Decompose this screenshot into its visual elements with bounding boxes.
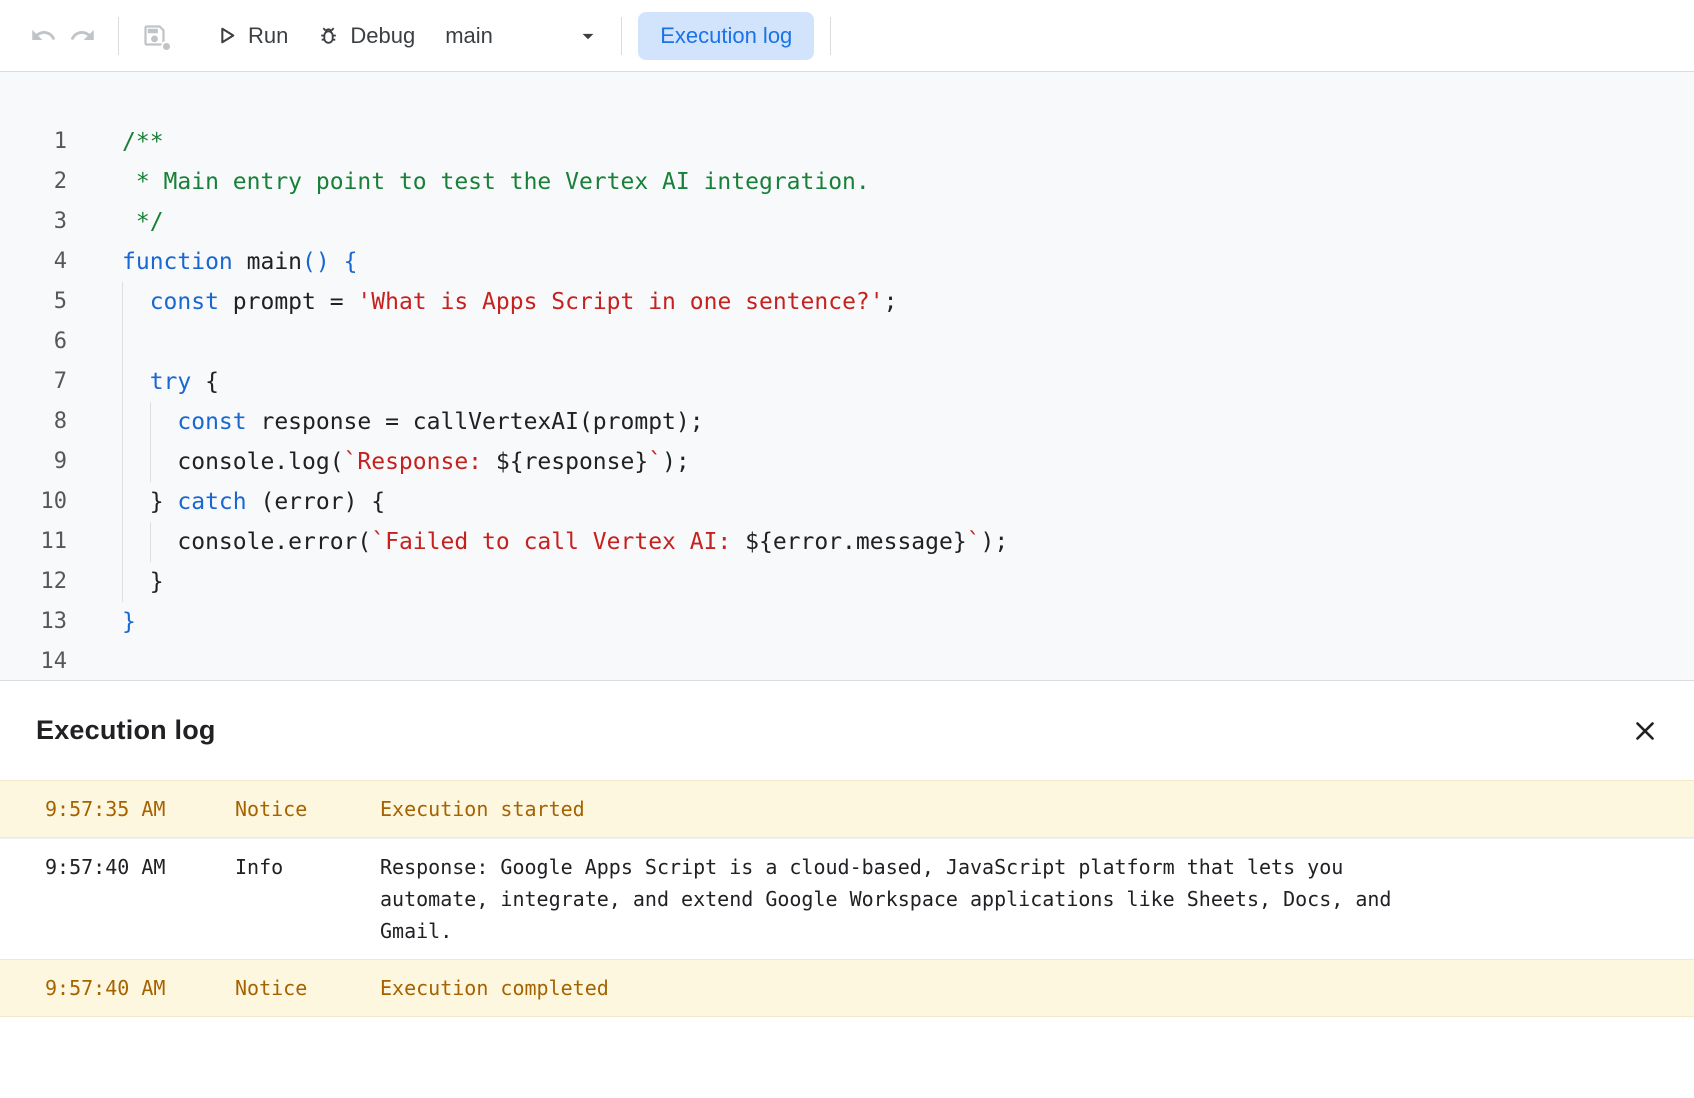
code-text: } catch (error) { [67,482,385,522]
execution-log-panel: Execution log 9:57:35 AMNoticeExecution … [0,680,1694,1098]
log-timestamp: 9:57:40 AM [45,851,235,883]
line-number: 4 [0,242,67,282]
code-line[interactable]: 7 try { [0,362,1694,402]
line-number: 14 [0,642,67,680]
log-entry: 9:57:35 AMNoticeExecution started [0,780,1694,838]
play-icon [214,23,239,48]
log-level: Notice [235,972,380,1004]
code-text: */ [67,202,164,242]
code-line[interactable]: 4function main() { [0,242,1694,282]
code-text: * Main entry point to test the Vertex AI… [67,162,870,202]
code-text: /** [67,122,164,162]
log-message: Execution started [380,793,585,825]
execution-log-header: Execution log [0,681,1694,780]
close-log-button[interactable] [1622,708,1668,754]
line-number: 13 [0,602,67,642]
log-level: Notice [235,793,380,825]
close-icon [1630,716,1660,746]
function-selector-value: main [445,23,493,49]
debug-label: Debug [350,23,415,49]
code-line[interactable]: 1/** [0,122,1694,162]
line-number: 2 [0,162,67,202]
line-number: 3 [0,202,67,242]
line-number: 11 [0,522,67,562]
toolbar: Run Debug main Execution log [0,0,1694,72]
debug-button[interactable]: Debug [302,15,429,57]
apps-script-editor: Run Debug main Execution log 1/**2 * Mai… [0,0,1694,1098]
line-number: 6 [0,322,67,362]
redo-icon [69,22,96,49]
code-line[interactable]: 9 console.log(`Response: ${response}`); [0,442,1694,482]
bug-icon [316,23,341,48]
code-line[interactable]: 13} [0,602,1694,642]
line-number: 12 [0,562,67,602]
toolbar-divider [621,17,622,55]
redo-button[interactable] [63,16,102,55]
log-timestamp: 9:57:40 AM [45,972,235,1004]
code-text [67,642,122,680]
run-label: Run [248,23,288,49]
toolbar-divider [118,17,119,55]
code-editor[interactable]: 1/**2 * Main entry point to test the Ver… [0,72,1694,680]
line-number: 8 [0,402,67,442]
chevron-down-icon [575,23,601,49]
function-selector[interactable]: main [429,15,605,57]
save-project-button[interactable] [135,16,174,55]
undo-button[interactable] [24,16,63,55]
undo-icon [30,22,57,49]
log-entry: 9:57:40 AMInfoResponse: Google Apps Scri… [0,838,1694,959]
line-number: 9 [0,442,67,482]
code-text: const response = callVertexAI(prompt); [67,402,704,442]
run-button[interactable]: Run [200,15,302,57]
log-level: Info [235,851,380,883]
code-text: const prompt = 'What is Apps Script in o… [67,282,897,322]
log-timestamp: 9:57:35 AM [45,793,235,825]
code-line[interactable]: 12 } [0,562,1694,602]
code-line[interactable]: 3 */ [0,202,1694,242]
line-number: 10 [0,482,67,522]
code-line[interactable]: 10 } catch (error) { [0,482,1694,522]
log-message: Response: Google Apps Script is a cloud-… [380,851,1440,947]
code-line[interactable]: 8 const response = callVertexAI(prompt); [0,402,1694,442]
code-text: } [67,562,164,602]
code-line[interactable]: 6 [0,322,1694,362]
line-number: 1 [0,122,67,162]
code-text: } [67,602,136,642]
execution-log-title: Execution log [36,715,216,746]
code-line[interactable]: 14 [0,642,1694,680]
execution-log-button[interactable]: Execution log [638,12,814,60]
code-text [67,322,150,362]
code-lines: 1/**2 * Main entry point to test the Ver… [0,122,1694,680]
code-line[interactable]: 5 const prompt = 'What is Apps Script in… [0,282,1694,322]
code-text: console.log(`Response: ${response}`); [67,442,690,482]
log-entry: 9:57:40 AMNoticeExecution completed [0,959,1694,1017]
toolbar-divider [830,17,831,55]
save-status-badge [161,41,172,52]
code-text: console.error(`Failed to call Vertex AI:… [67,522,1008,562]
log-entries: 9:57:35 AMNoticeExecution started9:57:40… [0,780,1694,1017]
log-message: Execution completed [380,972,609,1004]
code-text: function main() { [67,242,357,282]
code-text: try { [67,362,219,402]
code-line[interactable]: 2 * Main entry point to test the Vertex … [0,162,1694,202]
line-number: 5 [0,282,67,322]
code-line[interactable]: 11 console.error(`Failed to call Vertex … [0,522,1694,562]
line-number: 7 [0,362,67,402]
